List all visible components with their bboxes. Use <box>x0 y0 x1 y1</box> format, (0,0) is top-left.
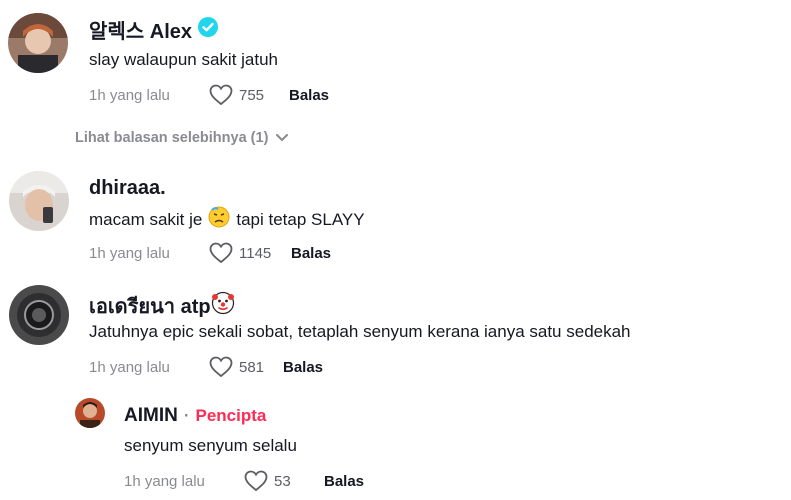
separator-dot: · <box>183 406 190 425</box>
heart-icon <box>209 242 233 264</box>
comment-time: 1h yang lalu <box>89 244 170 262</box>
heart-icon <box>209 84 233 106</box>
verified-badge-icon <box>198 16 219 43</box>
comment-time: 1h yang lalu <box>89 358 170 376</box>
comment-meta: 1h yang lalu 755 Balas <box>89 84 329 106</box>
username-text: เอเดรียนา atp <box>89 296 211 318</box>
avatar-image <box>9 285 69 345</box>
avatar[interactable] <box>8 13 68 73</box>
like-button[interactable]: 1145 <box>209 242 297 264</box>
comment-meta: 1h yang lalu 581 Balas <box>89 356 323 378</box>
comment-username[interactable]: 알렉스 Alex <box>89 15 219 44</box>
comment-text: macam sakit je tapi tetap SLAYY <box>89 206 365 233</box>
comment-username[interactable]: dhiraaa. <box>89 177 166 200</box>
avatar-image <box>75 398 105 428</box>
clown-face-icon <box>211 291 235 321</box>
reply-button[interactable]: Balas <box>283 359 323 376</box>
comment-text-part: macam sakit je <box>89 209 203 229</box>
comment-time: 1h yang lalu <box>89 86 170 104</box>
downcast-sweat-face-icon <box>208 206 230 233</box>
comment-meta: 1h yang lalu 1145 Balas <box>89 242 331 264</box>
avatar-image <box>8 13 68 73</box>
comment-username[interactable]: เอเดรียนา atp <box>89 290 235 322</box>
reply-button[interactable]: Balas <box>289 87 329 104</box>
username-text: dhiraaa. <box>89 177 166 199</box>
heart-icon <box>209 356 233 378</box>
like-button[interactable]: 53 <box>244 470 324 492</box>
comment-meta: 1h yang lalu 53 Balas <box>124 470 364 492</box>
comment-text: senyum senyum selalu <box>124 436 297 455</box>
username-text: 알렉스 Alex <box>89 21 193 43</box>
like-count: 1145 <box>239 244 272 262</box>
view-more-label: Lihat balasan selebihnya (1) <box>75 130 269 146</box>
view-more-replies-button[interactable]: Lihat balasan selebihnya (1) <box>75 130 289 146</box>
like-count: 581 <box>239 358 265 376</box>
avatar-image <box>9 171 69 231</box>
chevron-down-icon <box>276 130 289 146</box>
like-button[interactable]: 755 <box>209 84 297 106</box>
comment-time: 1h yang lalu <box>124 472 205 490</box>
avatar[interactable] <box>9 171 69 231</box>
username-text: AIMIN <box>124 405 178 426</box>
comment-username[interactable]: AIMIN · Pencipta <box>124 405 266 427</box>
comment-text: slay walaupun sakit jatuh <box>89 50 279 69</box>
comment-text-part: tapi tetap SLAYY <box>236 209 365 229</box>
creator-badge: Pencipta <box>195 406 267 425</box>
reply-button[interactable]: Balas <box>291 245 331 262</box>
heart-icon <box>244 470 268 492</box>
avatar[interactable] <box>75 398 105 428</box>
avatar[interactable] <box>9 285 69 345</box>
like-count: 53 <box>274 472 291 490</box>
comment-text: Jatuhnya epic sekali sobat, tetaplah sen… <box>89 322 631 341</box>
like-count: 755 <box>239 86 265 104</box>
reply-button[interactable]: Balas <box>324 473 364 490</box>
